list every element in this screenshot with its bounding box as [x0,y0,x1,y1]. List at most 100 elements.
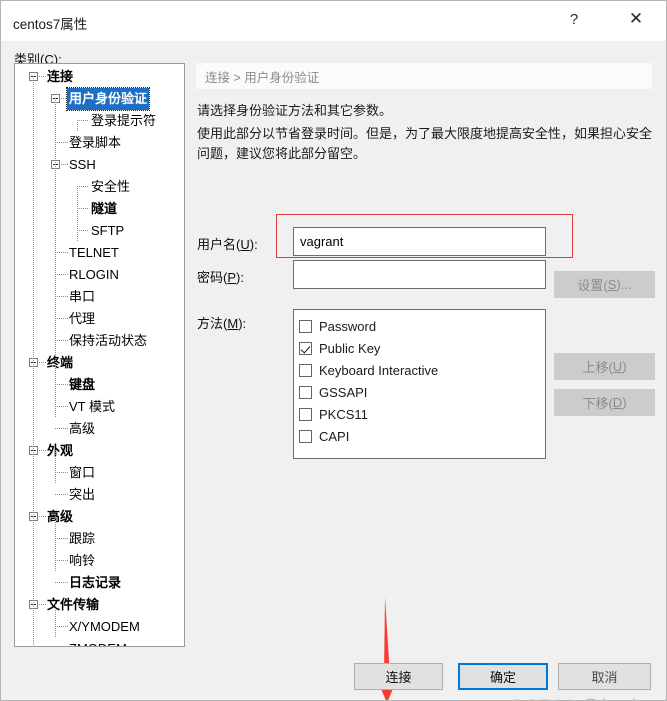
method-checkbox-row[interactable]: CAPI [299,425,545,447]
tree-item-label: 连接 [47,69,74,84]
tree-item-label: SSH [69,157,96,172]
tree-item[interactable]: 文件传输 [15,594,184,616]
tree-item-label: 文件传输 [47,597,100,612]
username-input[interactable] [293,227,546,256]
method-label: 方法(M): [197,316,247,331]
method-checkbox-row[interactable]: Password [299,315,545,337]
tree-item-label: 窗口 [69,465,96,480]
window-title: centos7属性 [13,17,88,32]
checkbox-unchecked-icon[interactable] [299,385,312,399]
method-checkbox-row[interactable]: Keyboard Interactive [299,359,545,381]
question-mark-icon[interactable]: ? [552,1,596,37]
dialog-body: 类别(C): 连接 用户身份验证 登录提示符 登录脚本 SSH 安全性 隧道 SFTP TELN… [1,41,666,700]
tree-item[interactable]: 终端 [15,352,184,374]
tree-connector-line [77,230,88,231]
tree-item[interactable]: VT 模式 [15,396,184,418]
tree-item-label: 日志记录 [69,575,122,590]
tree-guide-line [55,516,56,572]
tree-item-label: X/YMODEM [69,619,140,634]
move-up-button[interactable]: 上移(U) [554,353,655,380]
tree-item-label: 登录提示符 [91,113,157,128]
tree-item-label: 串口 [69,289,96,304]
tree-item[interactable]: SFTP [15,220,184,242]
tree-connector-line [77,186,88,187]
tree-item[interactable]: 连接 [15,66,184,88]
method-label: CAPI [319,428,350,444]
tree-item[interactable]: 日志记录 [15,572,184,594]
checkbox-unchecked-icon[interactable] [299,363,312,377]
tree-guide-line [55,362,56,418]
tree-item-label: VT 模式 [69,399,115,414]
tree-item[interactable]: 高级 [15,506,184,528]
tree-item[interactable]: 窗口 [15,462,184,484]
close-icon[interactable]: ✕ [614,1,658,37]
move-down-button[interactable]: 下移(D) [554,389,655,416]
password-input[interactable] [293,260,546,289]
tree-item-label: 登录脚本 [69,135,122,150]
method-checkbox-row[interactable]: GSSAPI [299,381,545,403]
tree-guide-line [55,98,56,362]
tree-item[interactable]: 隧道 [15,198,184,220]
tree-item[interactable]: 安全性 [15,176,184,198]
tree-item-label: 代理 [69,311,96,326]
checkbox-unchecked-icon[interactable] [299,319,312,333]
checkbox-unchecked-icon[interactable] [299,429,312,443]
tree-item[interactable]: 跟踪 [15,528,184,550]
method-checkbox-row[interactable]: Public Key [299,337,545,359]
method-checkbox-row[interactable]: PKCS11 [299,403,545,425]
tree-guide-line [55,604,56,638]
cancel-button[interactable]: 取消 [558,663,651,690]
tree-item-label: 键盘 [69,377,96,392]
username-label: 用户名(U): [197,237,258,252]
properties-dialog: centos7属性 ? ✕ 类别(C): 连接 用户身份验证 登录提示符 登录脚本 SS… [0,0,667,701]
tree-item[interactable]: 突出 [15,484,184,506]
category-tree[interactable]: 连接用户身份验证登录提示符登录脚本 SSH 安全性隧道 SFTP TELNET RLOGI… [14,63,185,647]
tree-item[interactable]: 用户身份验证 [15,87,184,111]
tree-item-label: 保持活动状态 [69,333,148,348]
tree-item[interactable]: SSH [15,154,184,176]
method-list[interactable]: Password Public Key Keyboard Interactive GS… [293,309,546,459]
tree-item-label: 高级 [69,421,96,436]
tree-item-label: SFTP [91,223,125,238]
tree-item[interactable]: 登录提示符 [15,110,184,132]
checkbox-checked-icon[interactable] [299,341,312,355]
tree-guide-line [77,120,78,132]
tree-item-label: 用户身份验证 [65,87,151,111]
method-label: GSSAPI [319,384,368,400]
ok-button[interactable]: 确定 [458,663,548,690]
tree-item[interactable]: TELNET [15,242,184,264]
tree-item[interactable]: 外观 [15,440,184,462]
tree-item[interactable]: RLOGIN [15,264,184,286]
tree-item-label: 外观 [47,443,74,458]
tree-item[interactable]: 键盘 [15,374,184,396]
description-line-1: 请选择身份验证方法和其它参数。 [197,103,393,118]
tree-item-label: 跟踪 [69,531,96,546]
tree-item[interactable]: 代理 [15,308,184,330]
tree-item-label: 突出 [69,487,96,502]
tree-guide-line [77,186,78,242]
tree-item-label: 高级 [47,509,74,524]
tree-guide-line [55,450,56,484]
tree-item[interactable]: 响铃 [15,550,184,572]
tree-connector-line [77,120,88,121]
method-label: Password [319,318,377,334]
settings-button[interactable]: 设置(S)... [554,271,655,298]
tree-item-label: 响铃 [69,553,96,568]
tree-item[interactable]: X/YMODEM [15,616,184,638]
tree-item[interactable]: 保持活动状态 [15,330,184,352]
breadcrumb: 连接 > 用户身份验证 [196,63,652,89]
connect-button[interactable]: 连接 [354,663,443,690]
tree-item[interactable]: 登录脚本 [15,132,184,154]
watermark: CSDN @jacks [509,696,655,700]
tree-item-label: 隧道 [91,201,118,216]
method-label: Keyboard Interactive [319,362,439,378]
description-line-2: 使用此部分以节省登录时间。但是，为了最大限度地提高安全性，如果担心安全问题，建议… [197,126,653,161]
tree-item[interactable]: 高级 [15,418,184,440]
tree-item-label: TELNET [69,245,119,260]
checkbox-unchecked-icon[interactable] [299,407,312,421]
tree-item[interactable]: 串口 [15,286,184,308]
tree-connector-line [77,208,88,209]
method-label: Public Key [319,340,381,356]
tree-item[interactable]: ZMODEM [15,638,184,646]
tree-guide-line [33,76,34,646]
